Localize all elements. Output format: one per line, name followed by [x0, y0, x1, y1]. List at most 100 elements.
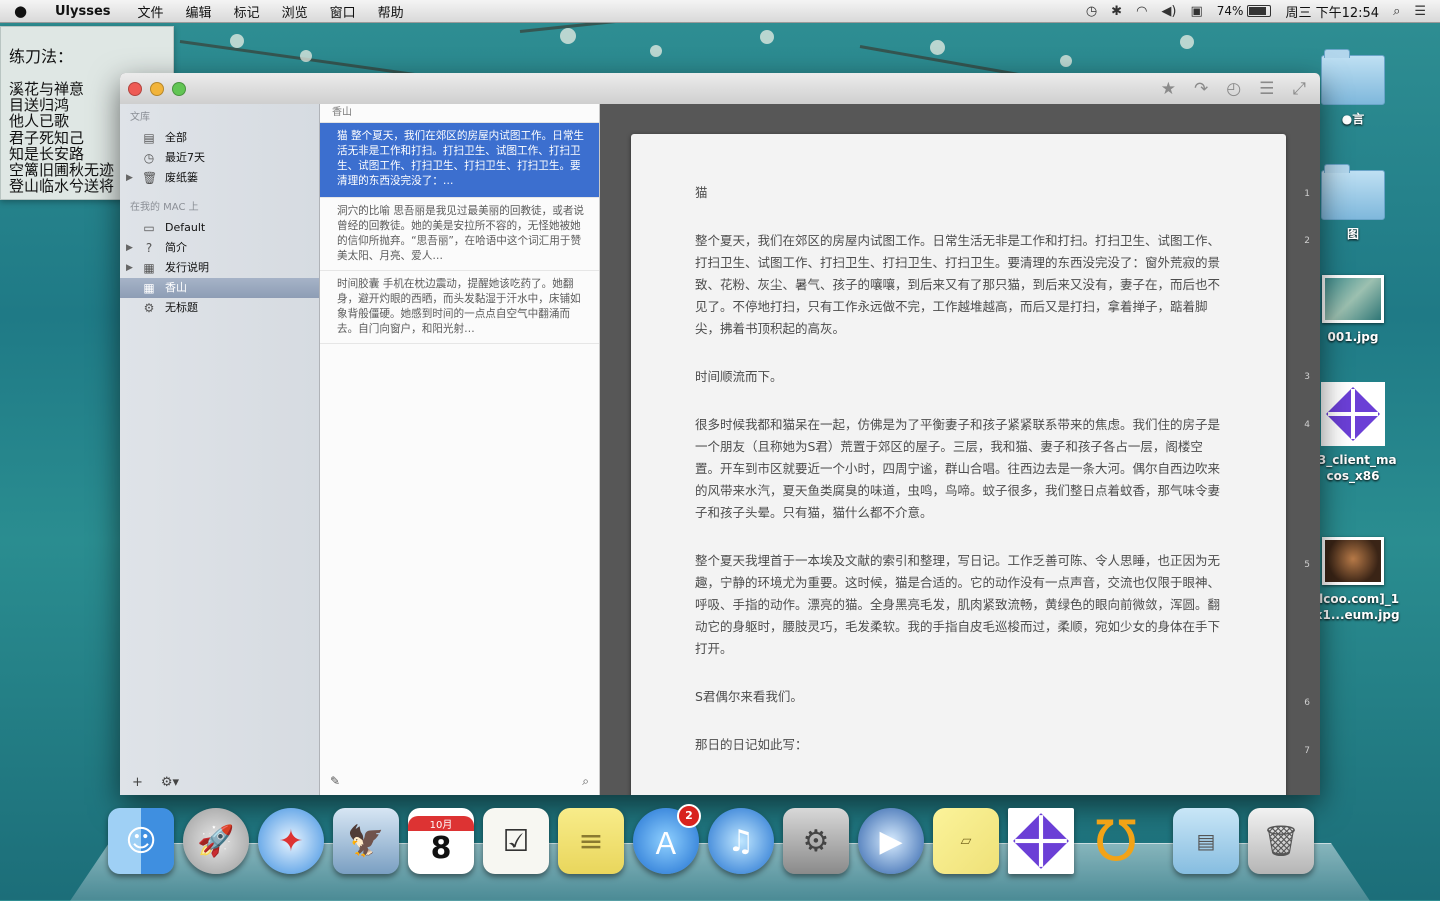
library-item-label: 全部 [165, 131, 187, 144]
calendar-day: 8 [430, 831, 452, 866]
menu-view[interactable]: 浏览 [271, 2, 319, 21]
downloads-folder-icon[interactable]: ▤ [1173, 808, 1239, 874]
library-item-label: 香山 [165, 281, 187, 294]
input-source-icon[interactable]: ▣ [1190, 4, 1202, 19]
dock-separator [1158, 808, 1164, 888]
editor-paragraph: 很多时候我都和猫呆在一起，仿佛是为了平衡妻子和孩子紧紧联系带来的焦虑。我们住的房… [695, 417, 1221, 520]
library-item-label: Default [165, 221, 206, 234]
share-icon[interactable]: ↷ [1194, 79, 1208, 99]
mac-section-header: 在我的 MAC 上 [130, 202, 199, 213]
fullscreen-icon[interactable]: ⤢ [1292, 79, 1306, 99]
menu-file[interactable]: 文件 [127, 2, 175, 21]
bluetooth-icon[interactable]: ✱ [1111, 4, 1122, 19]
library-item-label: 简介 [165, 241, 187, 254]
wallpaper-blossom [1060, 55, 1072, 67]
wallpaper-blossom [230, 34, 244, 48]
library-settings-button[interactable]: ⚙▾ [161, 775, 179, 790]
editor-page[interactable]: 猫 整个夏天，我们在郊区的房屋内试图工作。日常生活无非是工作和打扫。打扫卫生、试… [631, 134, 1286, 795]
editor-paragraph: 那日的日记如此写： [695, 737, 808, 752]
wallpaper-blossom [1180, 35, 1194, 49]
quicktime-icon[interactable]: ▶ [858, 808, 924, 874]
editor-pane: 猫 整个夏天，我们在郊区的房屋内试图工作。日常生活无非是工作和打扫。打扫卫生、试… [600, 104, 1320, 795]
menu-help[interactable]: 帮助 [367, 2, 415, 21]
library-item-last7days[interactable]: ◷ 最近7天 [120, 148, 319, 168]
sticky-line: 知是长安路 [9, 144, 85, 163]
window-titlebar[interactable]: ★ ↷ ◴ ☰ ⤢ [120, 73, 1320, 105]
add-group-button[interactable]: + [132, 775, 143, 790]
search-icon[interactable]: ⌕ [582, 774, 589, 789]
menubar-clock[interactable]: 周三 下午12:54 [1285, 2, 1379, 21]
menu-window[interactable]: 窗口 [319, 2, 367, 21]
editor-content[interactable]: 猫 整个夏天，我们在郊区的房屋内试图工作。日常生活无非是工作和打扫。打扫卫生、试… [695, 182, 1225, 782]
calendar-month: 10月 [408, 816, 474, 831]
battery-icon [1247, 5, 1272, 17]
reminders-icon[interactable]: ☑ [483, 808, 549, 874]
library-item-intro[interactable]: ▶ ? 简介 [120, 238, 319, 258]
notification-center-icon[interactable]: ☰ [1414, 4, 1426, 19]
volume-icon[interactable]: ◀) [1161, 4, 1176, 19]
wallpaper-blossom [560, 28, 576, 44]
mail-icon[interactable]: 🦅 [333, 808, 399, 874]
editor-paragraph: 整个夏天，我们在郊区的房屋内试图工作。日常生活无非是工作和打扫。打扫卫生、试图工… [695, 233, 1221, 336]
sheet-list: 香山 猫 整个夏天，我们在郊区的房屋内试图工作。日常生活无非是工作和打扫。打扫卫… [320, 104, 600, 795]
system-preferences-icon[interactable]: ⚙ [783, 808, 849, 874]
wallpaper-blossom [930, 40, 945, 55]
itunes-icon[interactable]: ♫ [708, 808, 774, 874]
time-machine-icon[interactable]: ◷ [1086, 4, 1097, 19]
library-item-untitled[interactable]: ⚙ 无标题 [120, 298, 319, 318]
app-store-icon[interactable]: Ａ 2 [633, 804, 701, 874]
goal-icon[interactable]: ◴ [1226, 79, 1241, 99]
paragraph-number: 1 [1304, 189, 1310, 199]
minimize-window-button[interactable] [150, 82, 164, 96]
safari-icon[interactable]: ✦ [258, 808, 324, 874]
trash-icon[interactable]: 🗑 [1248, 808, 1314, 874]
finder-icon[interactable]: ☺ [108, 808, 174, 874]
menu-markup[interactable]: 标记 [223, 2, 271, 21]
calendar-icon[interactable]: 10月 8 [408, 808, 474, 874]
wifi-icon[interactable]: ◠ [1136, 4, 1147, 19]
all-sheets-icon: ▤ [143, 131, 155, 145]
disclosure-triangle-icon[interactable]: ▶ [126, 258, 133, 278]
stickies-icon[interactable]: ▱ [933, 808, 999, 874]
library-item-release-notes[interactable]: ▶ ▦ 发行说明 [120, 258, 319, 278]
library-item-xiangshan[interactable]: ▦ 香山 [120, 278, 319, 298]
sheet-item[interactable]: 洞穴的比喻 思吾丽是我见过最美丽的回教徒，或者说曾经的回教徒。她的美是安拉所不容… [320, 198, 599, 271]
library-item-all[interactable]: ▤ 全部 [120, 128, 319, 148]
library-item-label: 发行说明 [165, 261, 209, 274]
disclosure-triangle-icon[interactable]: ▶ [126, 238, 133, 258]
new-sheet-icon[interactable]: ✎ [330, 774, 340, 788]
notes-icon[interactable]: ≡ [558, 808, 624, 874]
zoom-window-button[interactable] [172, 82, 186, 96]
gear-icon: ⚙ [143, 301, 155, 315]
app-menu[interactable]: Ulysses [44, 4, 127, 19]
battery-status[interactable]: 74% [1217, 4, 1272, 18]
apple-menu-icon[interactable]: ● [14, 2, 34, 20]
menu-edit[interactable]: 编辑 [175, 2, 223, 21]
library-item-default[interactable]: ▭ Default [120, 218, 319, 238]
paragraph-number: 6 [1304, 698, 1310, 708]
launchpad-icon[interactable]: 🚀 [183, 808, 249, 874]
library-item-label: 废纸篓 [165, 171, 198, 184]
library-item-trash[interactable]: ▶ 🗑 废纸篓 [120, 168, 319, 188]
sheet-list-footer: ✎ ⌕ [320, 769, 599, 795]
sheet-list-header: 香山 [320, 104, 599, 123]
ulysses-icon[interactable]: Ʊ [1083, 808, 1149, 874]
n3-client-app-icon [1321, 382, 1385, 446]
disclosure-triangle-icon[interactable]: ▶ [126, 168, 133, 188]
n3-client-icon[interactable] [1008, 808, 1074, 874]
group-icon: ▦ [143, 261, 155, 275]
folder-icon [1321, 49, 1385, 105]
star-icon[interactable]: ★ [1161, 79, 1176, 99]
app-store-badge: 2 [677, 804, 701, 828]
menu-bar: ● Ulysses 文件 编辑 标记 浏览 窗口 帮助 ◷ ✱ ◠ ◀) ▣ 7… [0, 0, 1440, 23]
paragraph-number: 5 [1304, 560, 1310, 570]
sheet-item[interactable]: 时间胶囊 手机在枕边震动，提醒她该吃药了。她翻身，避开灼眼的西晒，而头发黏湿于汗… [320, 271, 599, 344]
sheet-item[interactable]: 猫 整个夏天，我们在郊区的房屋内试图工作。日常生活无非是工作和打扫。打扫卫生、试… [320, 123, 599, 198]
attachments-list-icon[interactable]: ☰ [1259, 79, 1274, 99]
close-window-button[interactable] [128, 82, 142, 96]
image-thumbnail-icon [1322, 537, 1384, 585]
paragraph-number: 2 [1304, 236, 1310, 246]
sticky-line: 他人已歌 [9, 112, 70, 131]
spotlight-search-icon[interactable]: ⌕ [1393, 4, 1400, 19]
battery-percent: 74% [1216, 4, 1244, 18]
